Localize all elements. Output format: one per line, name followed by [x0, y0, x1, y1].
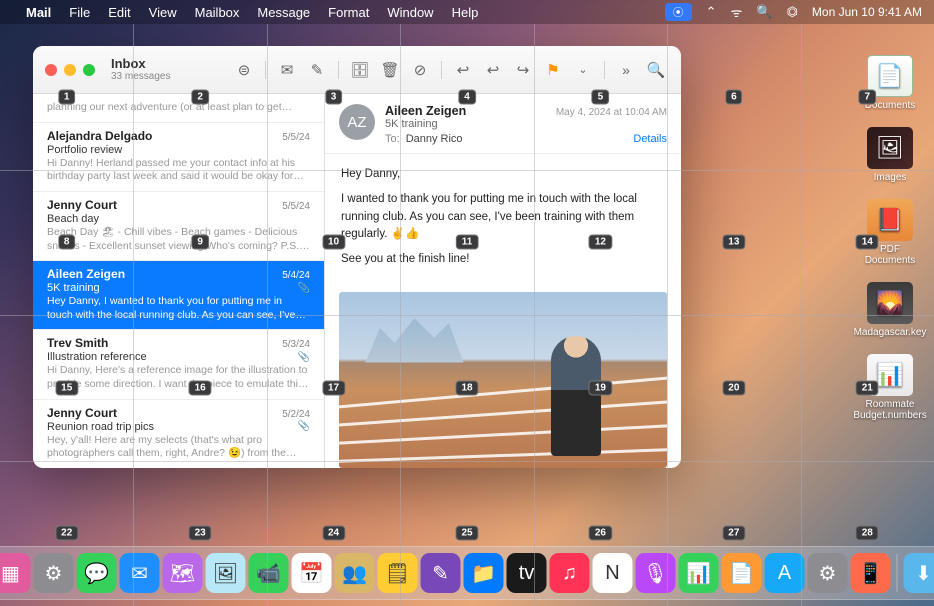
dock-app[interactable]: 📹	[249, 553, 289, 593]
mailbox-title: Inbox 33 messages	[111, 57, 170, 82]
grid-number: 26	[589, 526, 612, 541]
envelope-icon[interactable]: ✉	[274, 58, 300, 82]
mail-window: Inbox 33 messages ⊜ ✉ ✎ 🗄 🗑 ⊘ ↩ ↩ ↪ ⚑ ⌄ …	[33, 46, 681, 468]
attachment-image[interactable]	[339, 292, 667, 468]
window-controls	[45, 64, 95, 76]
message-row[interactable]: Trev Smith5/3/24Illustration reference📎H…	[33, 330, 324, 399]
dock-app[interactable]: 📊	[679, 553, 719, 593]
reader-sender: Aileen Zeigen	[385, 104, 466, 118]
archive-icon[interactable]: 🗄	[347, 58, 373, 82]
reader-to-label: To:	[385, 133, 400, 145]
grid-number: 22	[55, 526, 78, 541]
reply-icon[interactable]: ↩	[450, 58, 476, 82]
grid-number: 13	[722, 235, 745, 250]
desktop-item-keynote[interactable]: 🌄Madagascar.key	[860, 282, 920, 338]
message-row[interactable]: Alejandra Delgado5/5/24Portfolio reviewH…	[33, 123, 324, 192]
grid-number: 23	[189, 526, 212, 541]
compose-icon[interactable]: ✎	[304, 58, 330, 82]
flag-icon[interactable]: ⚑	[540, 58, 566, 82]
dock-app[interactable]: A	[765, 553, 805, 593]
spotlight-icon[interactable]: 🔍	[756, 4, 772, 20]
menu-mailbox[interactable]: Mailbox	[195, 5, 240, 20]
message-row[interactable]: planning our next adventure (or at least…	[33, 94, 324, 123]
message-row[interactable]: Jenny Court5/2/24Reunion road trip pics📎…	[33, 400, 324, 468]
grid-number: 25	[455, 526, 478, 541]
wifi-icon[interactable]: ⌃	[706, 4, 717, 20]
junk-icon[interactable]: ⊘	[407, 58, 433, 82]
desktop-item-images[interactable]: 🖼Images	[860, 127, 920, 183]
minimize-button[interactable]	[64, 64, 76, 76]
dock-app[interactable]: 👥	[335, 553, 375, 593]
dock-app[interactable]: tv	[507, 553, 547, 593]
dock-app[interactable]: ♫	[550, 553, 590, 593]
forward-icon[interactable]: ↪	[510, 58, 536, 82]
close-button[interactable]	[45, 64, 57, 76]
dock-app[interactable]: 📱	[851, 553, 891, 593]
flag-chevron-icon[interactable]: ⌄	[570, 58, 596, 82]
dock: 🙂▦⚙💬✉🗺🖼📹📅👥🗒✎📁tv♫N🎙📊📄A⚙📱⬇🗑	[0, 546, 934, 600]
dock-app[interactable]: ✉	[120, 553, 160, 593]
dock-app[interactable]: N	[593, 553, 633, 593]
app-menu[interactable]: Mail	[26, 5, 51, 20]
control-center-icon[interactable]: ⏣	[787, 4, 798, 20]
reader-to: Danny Rico	[406, 133, 463, 145]
grid-number: 28	[856, 526, 879, 541]
dock-app[interactable]: 📄	[722, 553, 762, 593]
grid-number: 24	[322, 526, 345, 541]
grid-number: 6	[725, 89, 743, 104]
menu-view[interactable]: View	[149, 5, 177, 20]
dock-app[interactable]: 💬	[77, 553, 117, 593]
grid-number: 27	[722, 526, 745, 541]
voice-control-icon[interactable]: ⦿	[665, 3, 692, 21]
trash-icon[interactable]: 🗑	[377, 58, 403, 82]
more-icon[interactable]: »	[613, 58, 639, 82]
sender-avatar: AZ	[339, 104, 375, 140]
filter-icon[interactable]: ⊜	[231, 58, 257, 82]
desktop-item-documents[interactable]: 📄Documents	[860, 55, 920, 111]
message-row[interactable]: Aileen Zeigen5/4/245K training📎Hey Danny…	[33, 261, 324, 330]
menu-window[interactable]: Window	[387, 5, 433, 20]
wifi-icon[interactable]: ᯤ	[731, 3, 743, 21]
menubar-datetime[interactable]: Mon Jun 10 9:41 AM	[812, 5, 922, 19]
dock-app[interactable]: ⬇	[904, 553, 934, 593]
menu-file[interactable]: File	[69, 5, 90, 20]
dock-app[interactable]: 🗒	[378, 553, 418, 593]
desktop-item-numbers[interactable]: 📊Roommate Budget.numbers	[860, 354, 920, 421]
dock-app[interactable]: ⚙	[808, 553, 848, 593]
message-reader: AZ Aileen Zeigen May 4, 2024 at 10:04 AM…	[325, 94, 681, 468]
zoom-button[interactable]	[83, 64, 95, 76]
grid-number: 20	[722, 380, 745, 395]
reply-all-icon[interactable]: ↩	[480, 58, 506, 82]
dock-app[interactable]: 🖼	[206, 553, 246, 593]
message-row[interactable]: Jenny Court5/5/24Beach dayBeach Day 🏖 - …	[33, 192, 324, 261]
dock-app[interactable]: 📅	[292, 553, 332, 593]
dock-app[interactable]: 🗺	[163, 553, 203, 593]
menu-message[interactable]: Message	[257, 5, 310, 20]
menu-help[interactable]: Help	[452, 5, 479, 20]
menu-edit[interactable]: Edit	[108, 5, 130, 20]
dock-app[interactable]: ✎	[421, 553, 461, 593]
dock-app[interactable]: ▦	[0, 553, 31, 593]
reader-subject: 5K training	[385, 118, 667, 130]
dock-app[interactable]: ⚙	[34, 553, 74, 593]
reader-body: Hey Danny, I wanted to thank you for put…	[325, 154, 681, 288]
menubar: Mail File Edit View Mailbox Message Form…	[0, 0, 934, 24]
search-icon[interactable]: 🔍	[643, 58, 669, 82]
reader-timestamp: May 4, 2024 at 10:04 AM	[556, 107, 667, 118]
desktop-icons: 📄Documents 🖼Images 📕PDF Documents 🌄Madag…	[860, 55, 920, 421]
menu-format[interactable]: Format	[328, 5, 369, 20]
mail-toolbar: Inbox 33 messages ⊜ ✉ ✎ 🗄 🗑 ⊘ ↩ ↩ ↪ ⚑ ⌄ …	[33, 46, 681, 94]
dock-app[interactable]: 📁	[464, 553, 504, 593]
message-list[interactable]: planning our next adventure (or at least…	[33, 94, 325, 468]
details-link[interactable]: Details	[633, 133, 667, 145]
desktop-item-pdf[interactable]: 📕PDF Documents	[860, 199, 920, 266]
dock-app[interactable]: 🎙	[636, 553, 676, 593]
